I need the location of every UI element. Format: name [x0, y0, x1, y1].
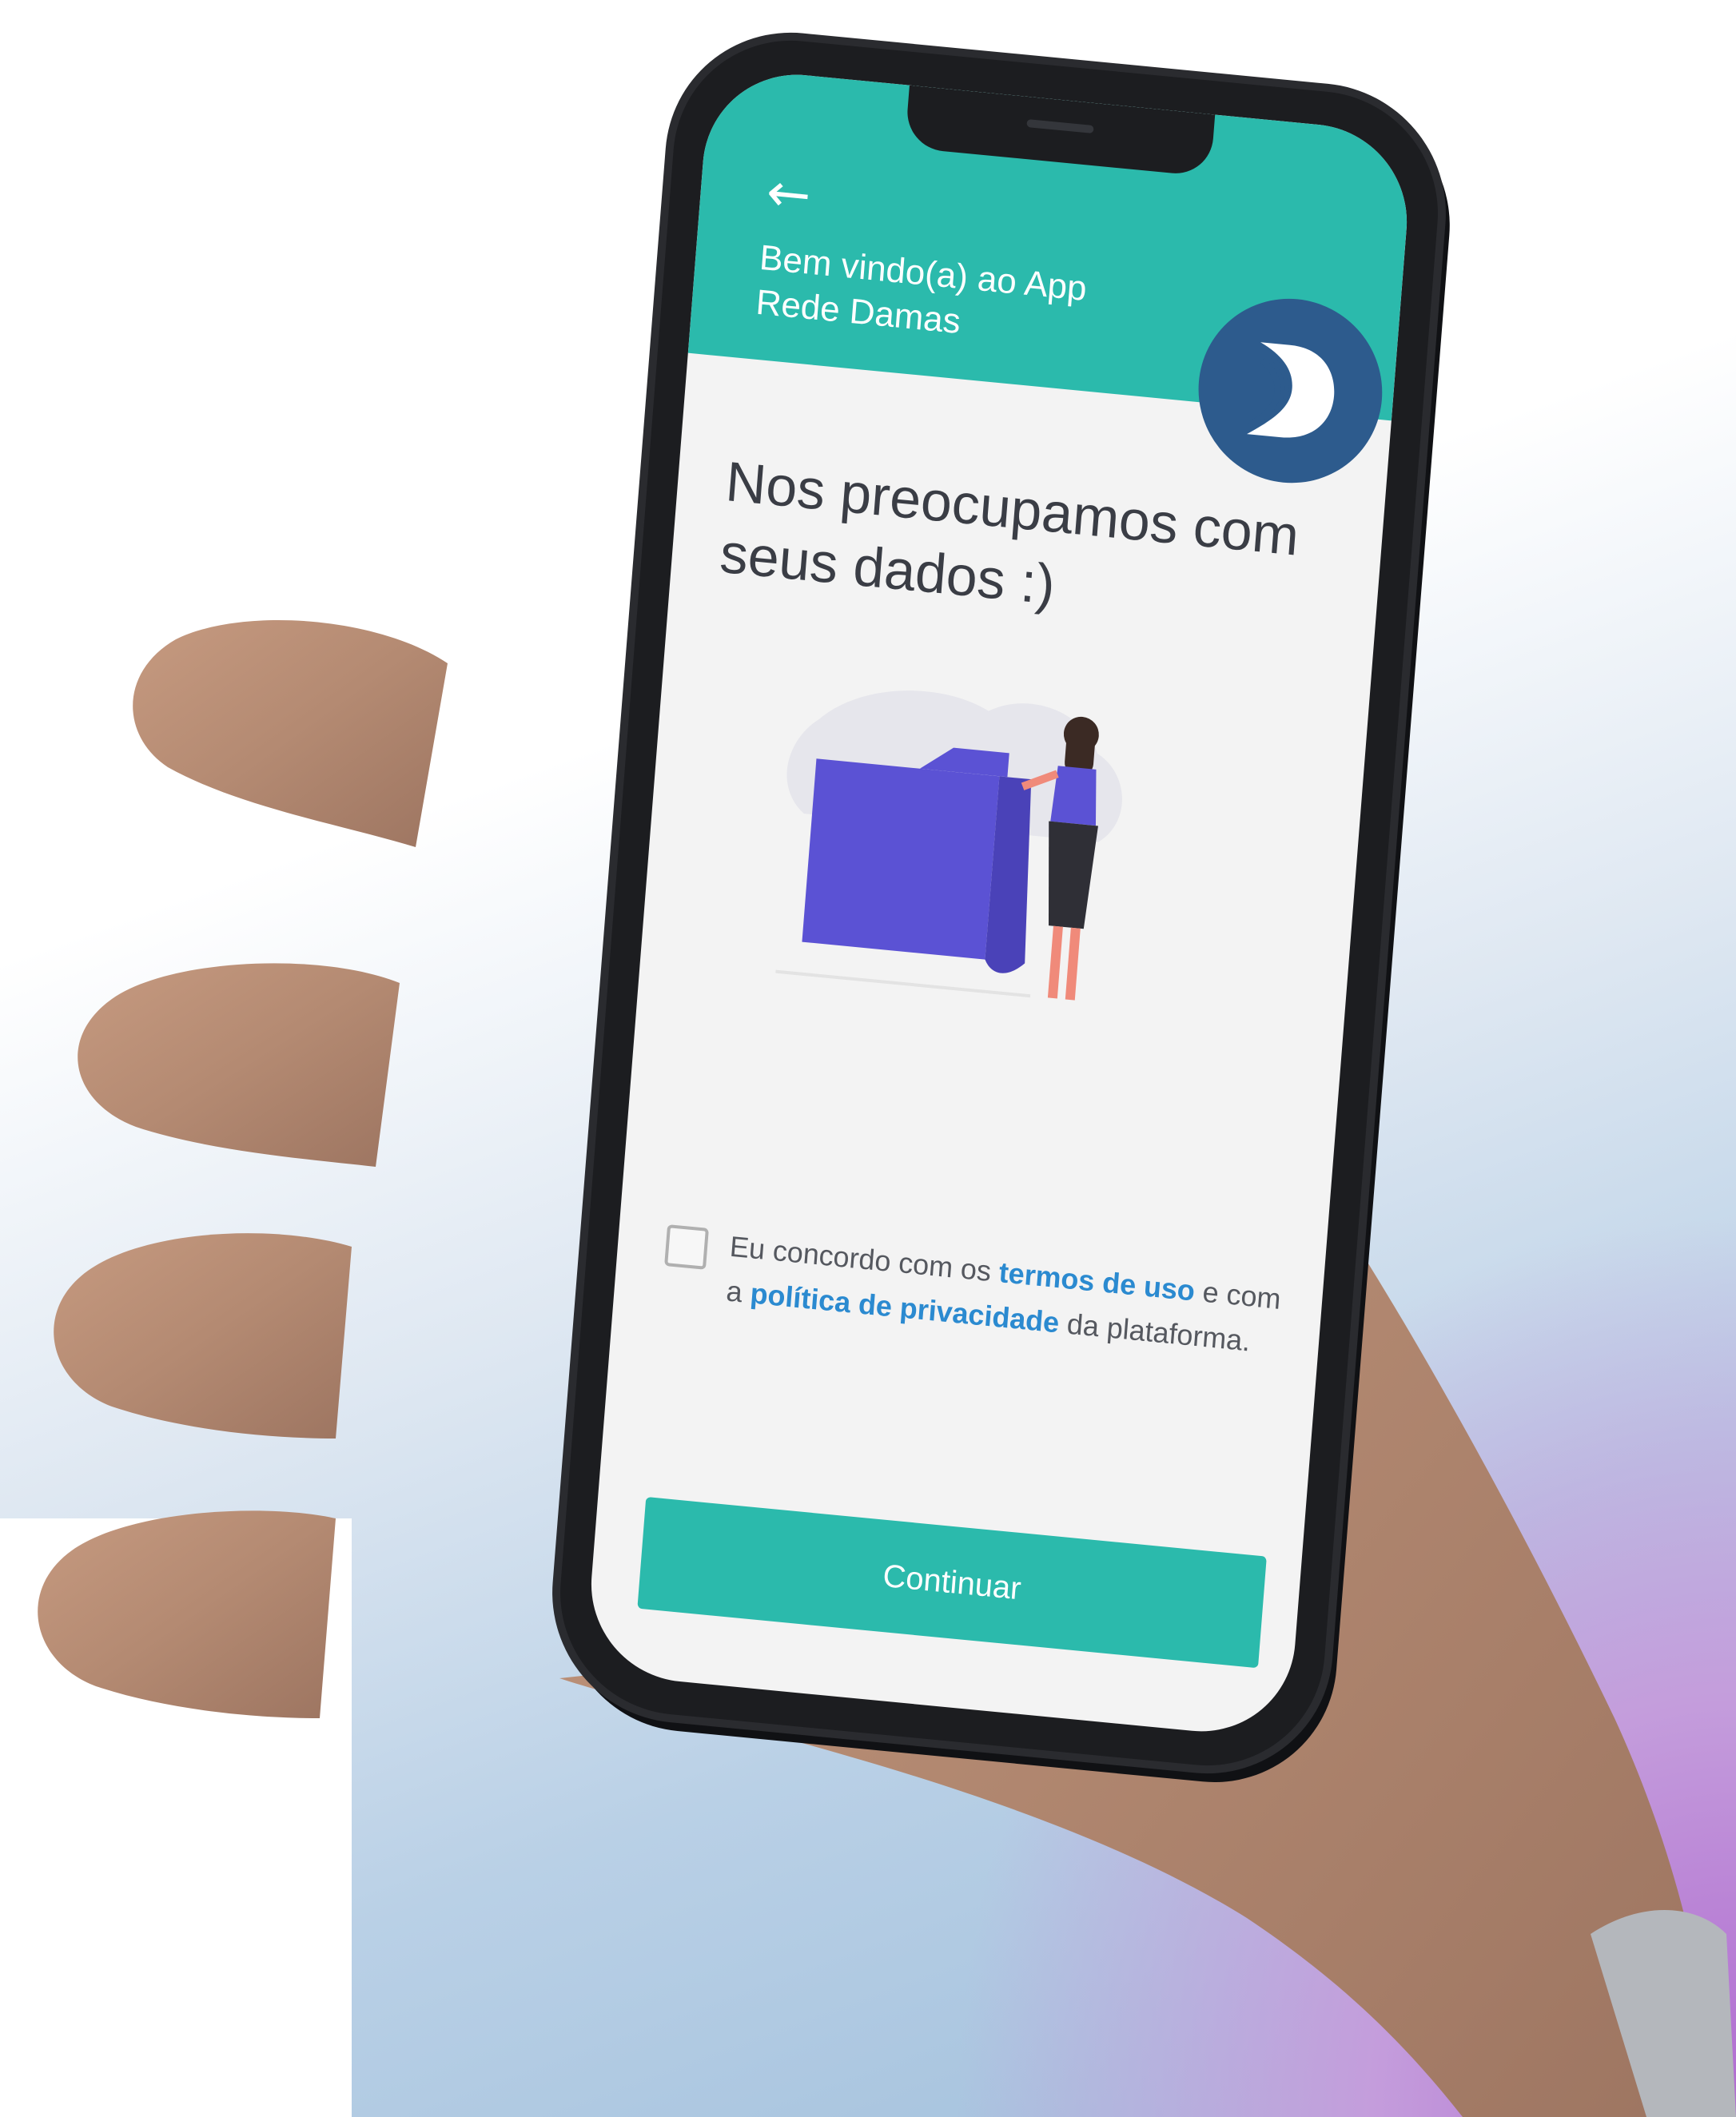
back-button[interactable]: ←	[755, 159, 823, 229]
main-content: Nos preocupamos com seus dados :) Eu con…	[584, 353, 1392, 1741]
arrow-left-icon: ←	[764, 161, 814, 227]
consent-text: Eu concordo com os termos de uso e com a…	[725, 1224, 1289, 1367]
phone-device: ← Bem vindo(a) ao App Rede Damas Nos pre…	[240, 30, 1447, 1777]
logo-d-mark	[1247, 342, 1335, 438]
terms-of-use-link[interactable]: termos de uso	[997, 1255, 1196, 1307]
phone-speaker	[1026, 118, 1094, 134]
welcome-title: Bem vindo(a) ao App Rede Damas	[755, 236, 1175, 365]
continue-button[interactable]: Continuar	[637, 1496, 1267, 1669]
page-headline: Nos preocupamos com seus dados :)	[718, 445, 1334, 647]
scene: ← Bem vindo(a) ao App Rede Damas Nos pre…	[0, 0, 1736, 2117]
app-screen: ← Bem vindo(a) ao App Rede Damas Nos pre…	[583, 66, 1415, 1741]
consent-checkbox[interactable]	[664, 1224, 709, 1270]
folder-woman-illustration	[775, 690, 1122, 1001]
consent-text-part-3: da plataforma.	[1057, 1306, 1252, 1358]
consent-row: Eu concordo com os termos de uso e com a…	[656, 1218, 1288, 1429]
